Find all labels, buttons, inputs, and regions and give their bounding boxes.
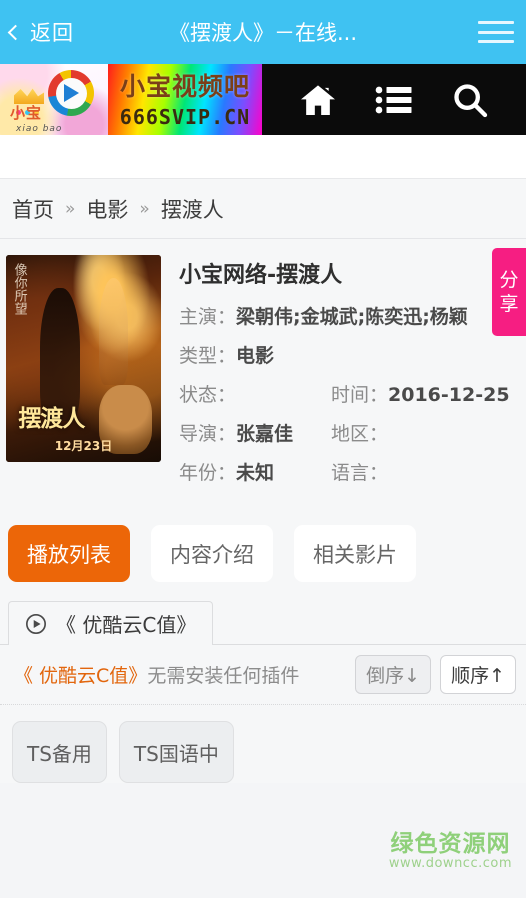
type-label: 类型： [179, 345, 237, 367]
movie-poster[interactable]: 像你所望 摆渡人 12月23日 [6, 255, 161, 462]
cast-value: 梁朝伟;金城武;陈奕迅;杨颖 [236, 306, 468, 328]
hamburger-line [478, 30, 514, 34]
hamburger-line [478, 21, 514, 24]
banner-text-block[interactable]: 小宝视频吧 666SVIP.CN [108, 64, 262, 135]
hamburger-line [478, 40, 514, 43]
breadcrumb-item-movies[interactable]: 电影 [86, 194, 128, 224]
watermark-url: www.downcc.com [388, 856, 512, 872]
playlist-notice-text: 《 优酷云C值》无需安装任何插件 [14, 661, 346, 688]
source-tab-youku[interactable]: 《 优酷云C值》 [8, 601, 214, 645]
movie-field-row-director-region: 导演：张嘉佳 地区： [179, 419, 516, 446]
banner-line1: 小宝视频吧 [119, 72, 250, 101]
episode-item[interactable]: TS国语中 [118, 721, 234, 783]
movie-field-time: 时间：2016-12-25 [331, 380, 516, 407]
site-watermark: 绿色资源网 www.downcc.com [389, 831, 512, 872]
banner-line2: 666SVIP.CN [119, 105, 251, 129]
poster-date-text: 12月23日 [54, 438, 113, 453]
region-label: 地区： [331, 423, 389, 445]
sort-descending-button[interactable]: 倒序↓ [355, 655, 432, 694]
logo-subtitle-text: xiao bao [16, 124, 63, 134]
movie-field-type: 类型：电影 [179, 341, 516, 368]
notice-source-name: 《 优酷云C值》 [14, 665, 148, 687]
share-label-char1: 分 [499, 268, 519, 291]
type-value: 电影 [236, 345, 275, 367]
play-circle-icon [25, 613, 47, 635]
movie-field-region: 地区： [331, 419, 516, 446]
poster-figure-right [99, 277, 129, 386]
home-icon[interactable] [297, 80, 339, 120]
director-value: 张嘉佳 [236, 423, 294, 445]
poster-side-text: 像你所望 [11, 263, 27, 316]
search-icon[interactable] [449, 80, 491, 120]
movie-field-cast: 主演：梁朝伟;金城武;陈奕迅;杨颖 [179, 302, 516, 329]
back-button[interactable]: 返回 [0, 17, 74, 47]
cast-label: 主演： [179, 306, 237, 328]
top-navigation-bar: 返回 《摆渡人》－在线... [0, 0, 526, 64]
breadcrumb-separator: » [139, 198, 150, 219]
movie-title: 小宝网络-摆渡人 [179, 263, 343, 288]
list-icon[interactable] [373, 80, 415, 120]
movie-info-panel: 小宝网络-摆渡人 主演：梁朝伟;金城武;陈奕迅;杨颖 类型：电影 状态： 时间：… [161, 255, 516, 497]
breadcrumb-item-current[interactable]: 摆渡人 [161, 194, 224, 224]
movie-detail-section: 像你所望 摆渡人 12月23日 小宝网络-摆渡人 主演：梁朝伟;金城武;陈奕迅;… [0, 239, 526, 503]
movie-field-row-year-language: 年份：未知 语言： [179, 458, 516, 485]
breadcrumb: 首页 » 电影 » 摆渡人 [0, 179, 526, 239]
episode-item[interactable]: TS备用 [12, 721, 107, 783]
movie-field-status: 状态： [179, 380, 331, 407]
share-label-char2: 享 [499, 293, 519, 315]
movie-field-year: 年份：未知 [179, 458, 331, 485]
poster-title-text: 摆渡人 [18, 406, 85, 433]
director-label: 导演： [179, 423, 237, 445]
movie-field-director: 导演：张嘉佳 [179, 419, 331, 446]
hamburger-menu-icon[interactable] [478, 18, 514, 46]
banner-white-spacer [0, 135, 526, 179]
breadcrumb-item-home[interactable]: 首页 [12, 194, 54, 224]
year-label: 年份： [179, 462, 237, 484]
status-label: 状态： [179, 384, 237, 406]
year-value: 未知 [236, 462, 275, 484]
chevron-left-icon [7, 24, 24, 41]
language-label: 语言： [331, 462, 389, 484]
source-tab-label: 《 优酷云C值》 [56, 613, 197, 637]
source-tab-bar: 《 优酷云C值》 [0, 600, 526, 645]
banner-icon-group [262, 64, 526, 135]
notice-message: 无需安装任何插件 [147, 665, 300, 687]
watermark-title: 绿色资源网 [390, 830, 511, 857]
episode-list: TS备用 TS国语中 [0, 705, 526, 783]
page-title: 《摆渡人》－在线... [168, 21, 358, 45]
sort-ascending-button[interactable]: 顺序↑ [440, 655, 516, 694]
movie-field-language: 语言： [331, 458, 516, 485]
time-label: 时间： [331, 384, 389, 406]
breadcrumb-separator: » [65, 198, 76, 219]
time-value: 2016-12-25 [388, 384, 510, 406]
back-button-label: 返回 [30, 21, 74, 45]
tab-playlist[interactable]: 播放列表 [8, 525, 130, 582]
logo-name-text: 小宝 [10, 104, 43, 122]
play-triangle-icon [64, 84, 79, 102]
movie-field-row-status-time: 状态： 时间：2016-12-25 [179, 380, 516, 407]
advertisement-banner[interactable]: 小宝 xiao bao 小宝视频吧 666SVIP.CN [0, 64, 526, 135]
share-button[interactable]: 分 享 [492, 248, 526, 336]
tab-related[interactable]: 相关影片 [294, 525, 416, 582]
playlist-notice-row: 《 优酷云C值》无需安装任何插件 倒序↓ 顺序↑ [0, 645, 526, 705]
content-tab-group: 播放列表 内容介绍 相关影片 [0, 503, 526, 600]
site-logo[interactable]: 小宝 xiao bao [0, 64, 108, 135]
tab-description[interactable]: 内容介绍 [151, 525, 273, 582]
